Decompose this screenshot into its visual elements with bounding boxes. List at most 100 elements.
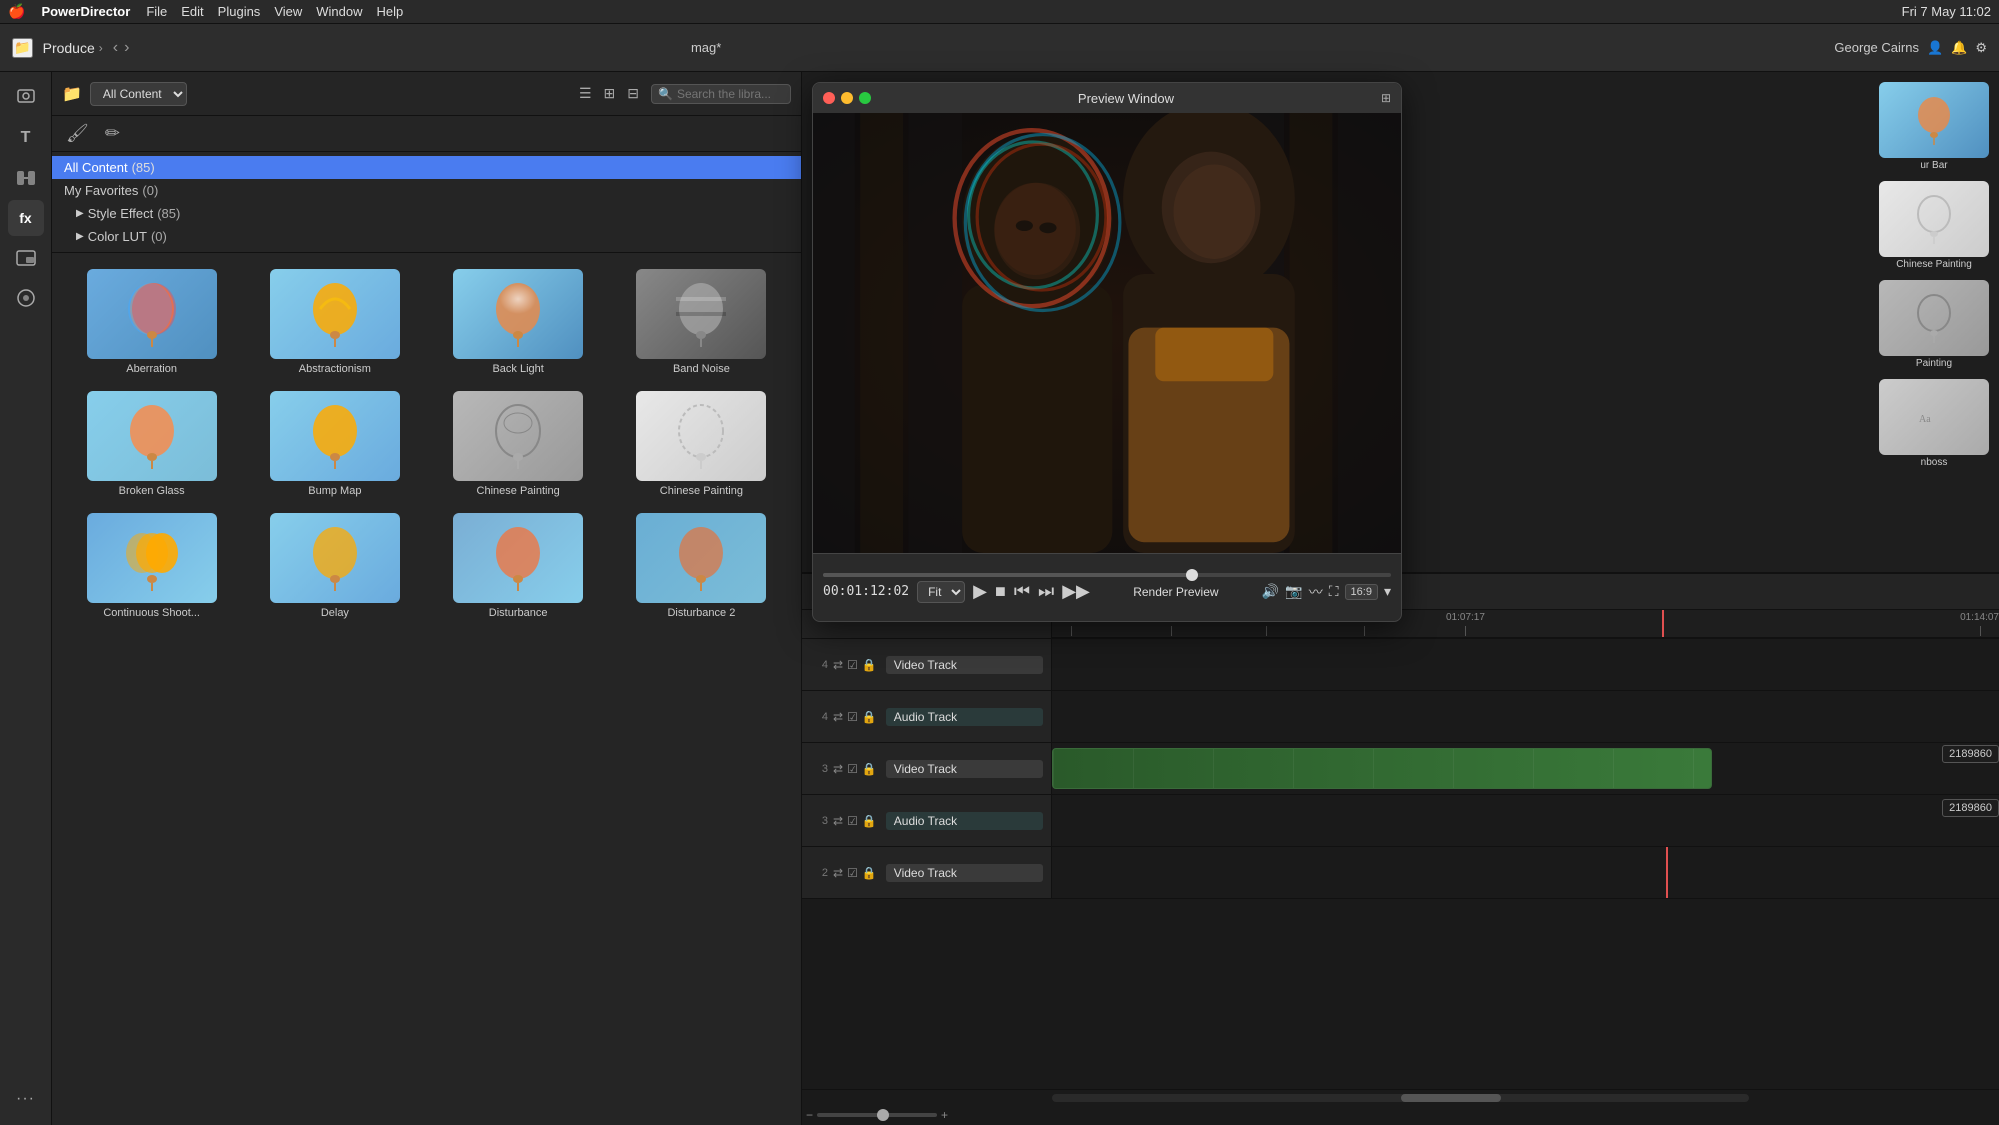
search-input[interactable] [677, 87, 784, 101]
effect-chinese-painting-1[interactable]: Chinese Painting [431, 387, 606, 501]
preview-minimize-button[interactable] [841, 92, 853, 104]
preview-fit-select[interactable]: Fit [917, 581, 965, 603]
category-my-favorites[interactable]: My Favorites (0) [52, 179, 801, 202]
track-4-video-arrow-icon[interactable]: ⇄ [832, 657, 844, 673]
fast-forward-button[interactable]: ▶▶ [1062, 581, 1090, 602]
large-grid-icon[interactable]: ⊟ [623, 83, 643, 104]
style-effect-arrow-icon: ▶ [76, 208, 84, 219]
app-name: PowerDirector [41, 4, 130, 19]
effect-disturbance-2[interactable]: Disturbance 2 [614, 509, 789, 623]
effect-continuous-shoot[interactable]: Continuous Shoot... [64, 509, 239, 623]
sidebar-item-media[interactable] [8, 80, 44, 116]
zoom-out-icon[interactable]: − [806, 1108, 813, 1122]
track-3-video-check-icon[interactable]: ☑ [846, 761, 859, 777]
abstractionism-image [270, 269, 400, 359]
track-3-video-lock-icon[interactable]: 🔒 [861, 761, 878, 777]
track-2-video-check-icon[interactable]: ☑ [846, 865, 859, 881]
scrollbar-thumb[interactable] [1401, 1094, 1501, 1102]
track-3-video-clip[interactable] [1052, 748, 1712, 789]
category-color-lut[interactable]: ▶ Color LUT (0) [52, 225, 801, 248]
playhead-ruler-marker [1662, 610, 1664, 637]
datetime-display: Fri 7 May 11:02 [1902, 4, 1991, 19]
aspect-dropdown-button[interactable]: ▾ [1384, 583, 1391, 600]
track-3-audio-badge: 2189860 [1942, 799, 1999, 817]
folder-button[interactable]: 📁 [12, 38, 33, 58]
menu-plugins[interactable]: Plugins [218, 4, 261, 19]
track-4-video-lock-icon[interactable]: 🔒 [861, 657, 878, 673]
track-2-video-lock-icon[interactable]: 🔒 [861, 865, 878, 881]
track-2-video-arrow-icon[interactable]: ⇄ [832, 865, 844, 881]
sidebar-item-title[interactable]: T [8, 120, 44, 156]
menu-edit[interactable]: Edit [181, 4, 203, 19]
waveform-button[interactable]: 〰 [1309, 582, 1323, 602]
effect-band-noise-label: Band Noise [618, 363, 785, 375]
play-button[interactable]: ▶ [973, 581, 987, 602]
user-section: George Cairns 👤 🔔 ⚙ [1834, 40, 1987, 56]
fullscreen-button[interactable]: ⛶ [1329, 583, 1339, 600]
snapshot-button[interactable]: 📷 [1285, 583, 1302, 600]
horizontal-scrollbar[interactable] [1052, 1094, 1749, 1102]
category-style-effect[interactable]: ▶ Style Effect (85) [52, 202, 801, 225]
next-frame-button[interactable]: ⏭ [1038, 581, 1054, 602]
effect-disturbance[interactable]: Disturbance [431, 509, 606, 623]
tracks-container: 4 ⇄ ☑ 🔒 Video Track 4 [802, 639, 1999, 1089]
zoom-in-icon[interactable]: + [941, 1108, 948, 1122]
sidebar-item-effects[interactable]: fx [8, 200, 44, 236]
track-4-audio-lock-icon[interactable]: 🔒 [861, 709, 878, 725]
notification-icon[interactable]: 🔔 [1951, 40, 1967, 56]
fx-eraser-button[interactable]: ✏ [101, 121, 124, 146]
track-4-video-header: 4 ⇄ ☑ 🔒 Video Track [802, 639, 1052, 690]
forward-button[interactable]: › [124, 39, 129, 57]
preview-maximize-button[interactable] [859, 92, 871, 104]
preview-controls-area: 00:01:12:02 Fit ▶ ■ ⏮ ⏭ ▶▶ Render Previe… [813, 553, 1401, 621]
fx-brush-button[interactable]: 🖌 [62, 121, 93, 146]
menu-view[interactable]: View [274, 4, 302, 19]
sidebar-item-pip[interactable] [8, 240, 44, 276]
track-4-audio-check-icon[interactable]: ☑ [846, 709, 859, 725]
effect-band-noise[interactable]: Band Noise [614, 265, 789, 379]
effect-abstractionism[interactable]: Abstractionism [247, 265, 422, 379]
track-3-video-arrow-icon[interactable]: ⇄ [832, 761, 844, 777]
track-3-audio-lock-icon[interactable]: 🔒 [861, 813, 878, 829]
track-3-audio-check-icon[interactable]: ☑ [846, 813, 859, 829]
zoom-slider[interactable] [817, 1113, 937, 1117]
menu-window[interactable]: Window [316, 4, 362, 19]
disturbance-image [453, 513, 583, 603]
sidebar-item-audio[interactable] [8, 280, 44, 316]
scrubber-fill [823, 573, 1192, 577]
preview-close-button[interactable] [823, 92, 835, 104]
effect-aberration[interactable]: Aberration [64, 265, 239, 379]
preview-expand-icon[interactable]: ⊞ [1381, 91, 1391, 105]
volume-button[interactable]: 🔊 [1262, 583, 1279, 600]
render-preview-button[interactable]: Render Preview [1133, 585, 1218, 599]
preview-scrubber[interactable] [823, 573, 1391, 577]
track-3-audio-arrow-icon[interactable]: ⇄ [832, 813, 844, 829]
zoom-thumb[interactable] [877, 1109, 889, 1121]
effect-delay[interactable]: Delay [247, 509, 422, 623]
sidebar-item-more[interactable]: ··· [8, 1081, 44, 1117]
track-3-audio-header: 3 ⇄ ☑ 🔒 Audio Track [802, 795, 1052, 846]
back-button[interactable]: ‹ [113, 39, 118, 57]
prev-frame-button[interactable]: ⏮ [1014, 581, 1030, 602]
stop-button[interactable]: ■ [995, 581, 1006, 602]
far-right-label-4: nboss [1879, 457, 1989, 468]
category-list: All Content (85) My Favorites (0) ▶ Styl… [52, 152, 801, 253]
effect-back-light-thumbnail [453, 269, 583, 359]
sidebar-item-transition[interactable] [8, 160, 44, 196]
menu-file[interactable]: File [146, 4, 167, 19]
content-filter-select[interactable]: All Content [90, 82, 187, 106]
effect-bump-map[interactable]: Bump Map [247, 387, 422, 501]
settings-icon[interactable]: ⚙ [1975, 40, 1987, 56]
effect-broken-glass[interactable]: Broken Glass [64, 387, 239, 501]
effect-chinese-painting-1-label: Chinese Painting [435, 485, 602, 497]
menu-help[interactable]: Help [377, 4, 404, 19]
track-4-video-check-icon[interactable]: ☑ [846, 657, 859, 673]
scrubber-thumb[interactable] [1186, 569, 1198, 581]
category-all-content[interactable]: All Content (85) [52, 156, 801, 179]
effect-back-light[interactable]: Back Light [431, 265, 606, 379]
grid-view-icon[interactable]: ⊞ [600, 83, 620, 104]
produce-button[interactable]: Produce › [43, 40, 103, 56]
track-4-audio-arrow-icon[interactable]: ⇄ [832, 709, 844, 725]
effect-chinese-painting-2[interactable]: Chinese Painting [614, 387, 789, 501]
list-view-icon[interactable]: ☰ [575, 83, 596, 104]
